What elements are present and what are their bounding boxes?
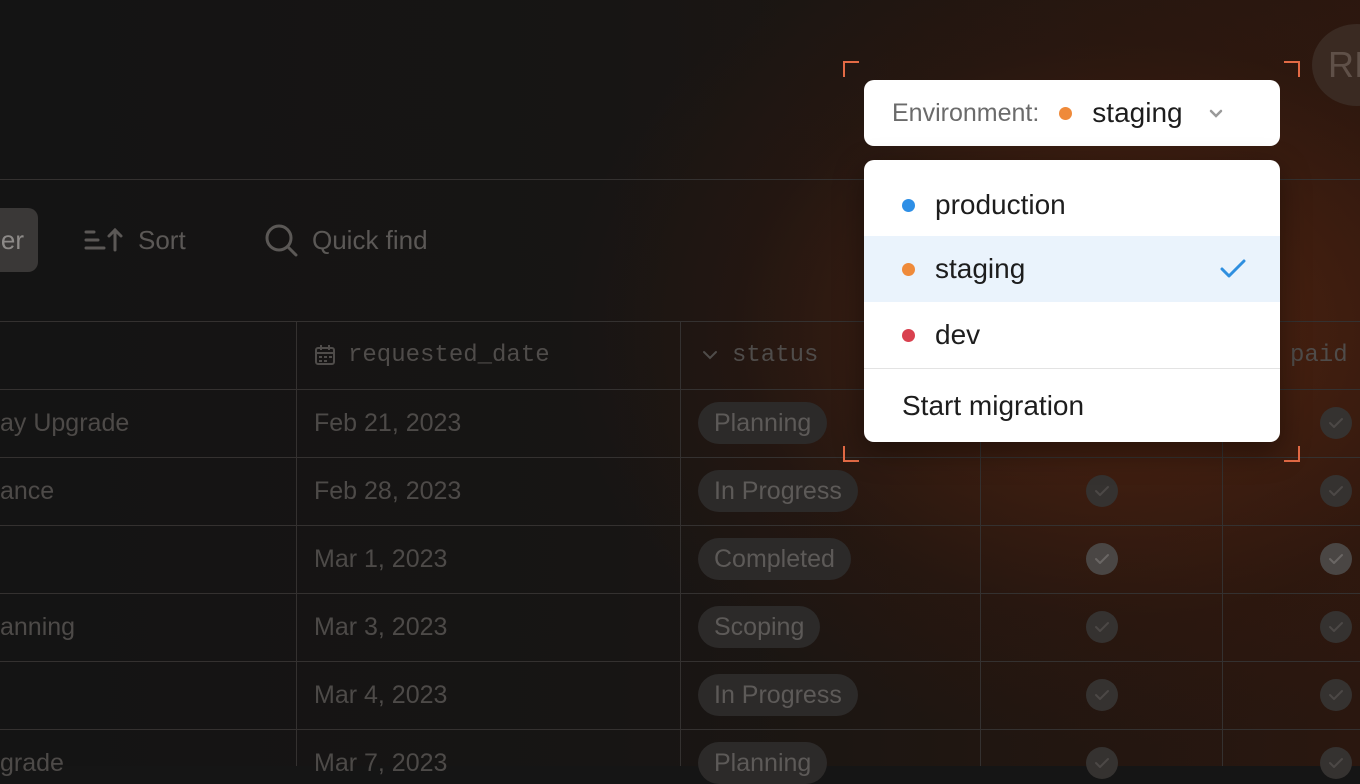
- menu-item-staging[interactable]: staging: [864, 236, 1280, 302]
- sort-icon: [84, 227, 123, 252]
- calendar-icon: [315, 345, 335, 365]
- column-header-label: paid: [1290, 341, 1348, 369]
- sort-label: Sort: [138, 224, 186, 255]
- status-dot: [902, 328, 915, 342]
- requested-date-cell: Feb 21, 2023: [314, 409, 462, 437]
- check-icon[interactable]: [1086, 611, 1118, 643]
- check-icon[interactable]: [1320, 679, 1352, 711]
- check-icon[interactable]: [1086, 679, 1118, 711]
- column-divider: [1222, 389, 1223, 766]
- column-divider: [680, 322, 681, 766]
- focus-corner: [1284, 446, 1300, 462]
- requested-date-cell: Mar 7, 2023: [314, 749, 448, 777]
- check-icon[interactable]: [1086, 543, 1118, 575]
- checkmark-icon: [1220, 259, 1246, 278]
- check-icon[interactable]: [1320, 543, 1352, 575]
- status-dot: [902, 198, 915, 212]
- row-name: ay Upgrade: [0, 409, 130, 437]
- focus-corner: [843, 446, 859, 462]
- status-dot: [902, 262, 915, 276]
- menu-item-dev[interactable]: dev: [864, 302, 1280, 368]
- quick-find-input[interactable]: Quick find: [264, 218, 428, 262]
- menu-divider: [864, 368, 1280, 369]
- menu-item-production[interactable]: production: [864, 172, 1280, 238]
- environment-value: staging: [1092, 97, 1183, 128]
- check-icon[interactable]: [1086, 747, 1118, 779]
- row-name: anning: [0, 613, 76, 641]
- column-divider: [980, 389, 981, 766]
- check-icon[interactable]: [1320, 475, 1352, 507]
- status-badge[interactable]: Completed: [698, 538, 851, 580]
- status-badge[interactable]: Scoping: [698, 606, 821, 648]
- column-header-paid[interactable]: paid: [1290, 334, 1348, 376]
- chevron-down-icon: [1209, 109, 1222, 118]
- column-header-label: requested_date: [348, 341, 550, 369]
- row-name: grade: [0, 749, 64, 777]
- column-header-label: status: [732, 341, 819, 369]
- status-badge[interactable]: In Progress: [698, 674, 858, 716]
- check-icon[interactable]: [1320, 747, 1352, 779]
- column-divider: [296, 322, 297, 766]
- environment-menu: production staging dev Start migration: [864, 160, 1280, 442]
- environment-status-dot: [1059, 106, 1073, 120]
- chevron-down-icon: [703, 351, 717, 360]
- environment-label: Environment:: [892, 98, 1040, 127]
- sort-button[interactable]: Sort: [84, 218, 186, 262]
- start-migration-button[interactable]: Start migration: [864, 370, 1280, 442]
- filter-button[interactable]: er: [0, 208, 38, 272]
- requested-date-cell: Mar 4, 2023: [314, 681, 448, 709]
- menu-item-label: production: [935, 189, 1066, 220]
- menu-item-label: staging: [935, 253, 1026, 284]
- status-badge[interactable]: Planning: [698, 402, 828, 444]
- requested-date-cell: Mar 1, 2023: [314, 545, 448, 573]
- menu-item-label: dev: [935, 319, 981, 350]
- quick-find-placeholder: Quick find: [312, 224, 428, 255]
- requested-date-cell: Feb 28, 2023: [314, 477, 462, 505]
- check-icon[interactable]: [1320, 407, 1352, 439]
- search-icon: [265, 224, 298, 257]
- focus-corner: [1284, 61, 1300, 77]
- focus-corner: [843, 61, 859, 77]
- check-icon[interactable]: [1320, 611, 1352, 643]
- check-icon[interactable]: [1086, 475, 1118, 507]
- requested-date-cell: Mar 3, 2023: [314, 613, 448, 641]
- status-badge[interactable]: In Progress: [698, 470, 858, 512]
- column-header-status[interactable]: status: [700, 334, 818, 376]
- column-header-requested-date[interactable]: requested_date: [314, 334, 550, 376]
- row-name: ance: [0, 477, 55, 505]
- environment-select[interactable]: Environment: staging: [864, 80, 1280, 146]
- status-badge[interactable]: Planning: [698, 742, 828, 784]
